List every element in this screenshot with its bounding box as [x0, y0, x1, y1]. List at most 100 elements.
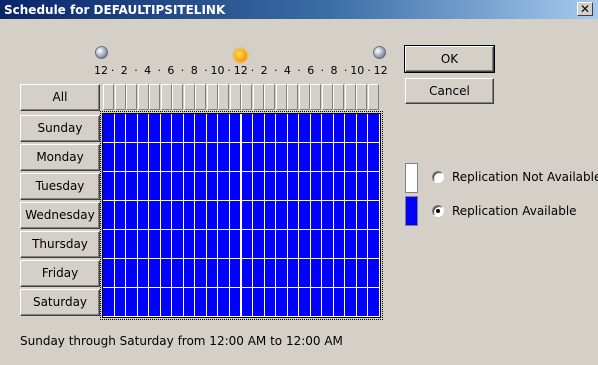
- schedule-cell[interactable]: [368, 201, 380, 230]
- schedule-cell[interactable]: [368, 288, 380, 317]
- schedule-cell[interactable]: [368, 143, 380, 172]
- schedule-cell[interactable]: [322, 201, 334, 230]
- schedule-cell[interactable]: [241, 114, 254, 143]
- schedule-cell[interactable]: [183, 259, 196, 288]
- schedule-cell[interactable]: [356, 114, 369, 143]
- available-radio[interactable]: [432, 205, 444, 217]
- schedule-cell[interactable]: [241, 288, 254, 317]
- schedule-cell[interactable]: [149, 114, 161, 143]
- schedule-cell[interactable]: [183, 143, 196, 172]
- schedule-cell[interactable]: [345, 201, 357, 230]
- schedule-cell[interactable]: [241, 172, 254, 201]
- schedule-cell[interactable]: [287, 259, 300, 288]
- schedule-cell[interactable]: [345, 172, 357, 201]
- hour-column-button[interactable]: [298, 84, 310, 110]
- hour-column-button[interactable]: [287, 84, 298, 110]
- schedule-cell[interactable]: [264, 201, 277, 230]
- not-available-radio[interactable]: [432, 171, 444, 183]
- schedule-cell[interactable]: [206, 114, 219, 143]
- schedule-cell[interactable]: [345, 114, 357, 143]
- schedule-cell[interactable]: [310, 143, 323, 172]
- schedule-cell[interactable]: [114, 172, 127, 201]
- schedule-cell[interactable]: [287, 288, 300, 317]
- schedule-cell[interactable]: [103, 172, 115, 201]
- schedule-cell[interactable]: [264, 143, 277, 172]
- schedule-cell[interactable]: [126, 114, 138, 143]
- schedule-cell[interactable]: [172, 230, 184, 259]
- schedule-cell[interactable]: [172, 259, 184, 288]
- hour-column-button[interactable]: [310, 84, 321, 110]
- schedule-cell[interactable]: [149, 143, 161, 172]
- schedule-cell[interactable]: [114, 230, 127, 259]
- schedule-cell[interactable]: [103, 143, 115, 172]
- schedule-cell[interactable]: [276, 114, 288, 143]
- schedule-cell[interactable]: [103, 259, 115, 288]
- schedule-cell[interactable]: [160, 230, 173, 259]
- schedule-cell[interactable]: [195, 230, 207, 259]
- hour-column-button[interactable]: [172, 84, 183, 110]
- schedule-cell[interactable]: [149, 172, 161, 201]
- schedule-cell[interactable]: [195, 201, 207, 230]
- hour-column-button[interactable]: [264, 84, 275, 110]
- schedule-cell[interactable]: [356, 172, 369, 201]
- schedule-cell[interactable]: [241, 230, 254, 259]
- schedule-cell[interactable]: [137, 230, 150, 259]
- all-row-button[interactable]: All: [20, 84, 100, 111]
- schedule-cell[interactable]: [345, 230, 357, 259]
- schedule-cell[interactable]: [368, 230, 380, 259]
- schedule-cell[interactable]: [172, 172, 184, 201]
- schedule-cell[interactable]: [103, 114, 115, 143]
- schedule-cell[interactable]: [137, 143, 150, 172]
- schedule-cell[interactable]: [160, 259, 173, 288]
- hour-column-button[interactable]: [356, 84, 367, 110]
- schedule-cell[interactable]: [333, 143, 346, 172]
- hour-column-button[interactable]: [126, 84, 137, 110]
- schedule-cell[interactable]: [206, 143, 219, 172]
- schedule-cell[interactable]: [172, 143, 184, 172]
- schedule-cell[interactable]: [333, 288, 346, 317]
- schedule-cell[interactable]: [195, 259, 207, 288]
- schedule-cell[interactable]: [195, 288, 207, 317]
- schedule-cell[interactable]: [322, 172, 334, 201]
- hour-column-button[interactable]: [114, 84, 126, 110]
- schedule-cell[interactable]: [310, 230, 323, 259]
- schedule-cell[interactable]: [103, 230, 115, 259]
- schedule-cell[interactable]: [333, 259, 346, 288]
- schedule-cell[interactable]: [253, 114, 265, 143]
- schedule-cell[interactable]: [333, 201, 346, 230]
- schedule-cell[interactable]: [183, 114, 196, 143]
- schedule-cell[interactable]: [206, 172, 219, 201]
- schedule-cell[interactable]: [160, 201, 173, 230]
- schedule-cell[interactable]: [356, 288, 369, 317]
- schedule-cell[interactable]: [114, 201, 127, 230]
- schedule-cell[interactable]: [218, 288, 230, 317]
- schedule-cell[interactable]: [126, 288, 138, 317]
- schedule-cell[interactable]: [276, 259, 288, 288]
- schedule-cell[interactable]: [229, 143, 242, 172]
- schedule-cell[interactable]: [126, 201, 138, 230]
- schedule-cell[interactable]: [299, 143, 311, 172]
- schedule-cell[interactable]: [356, 143, 369, 172]
- schedule-cell[interactable]: [160, 288, 173, 317]
- schedule-cell[interactable]: [310, 288, 323, 317]
- schedule-cell[interactable]: [137, 172, 150, 201]
- schedule-cell[interactable]: [183, 201, 196, 230]
- schedule-cell[interactable]: [206, 230, 219, 259]
- schedule-cell[interactable]: [149, 201, 161, 230]
- schedule-cell[interactable]: [287, 143, 300, 172]
- schedule-cell[interactable]: [276, 172, 288, 201]
- schedule-cell[interactable]: [310, 201, 323, 230]
- schedule-cell[interactable]: [322, 230, 334, 259]
- schedule-cell[interactable]: [310, 172, 323, 201]
- schedule-cell[interactable]: [172, 114, 184, 143]
- schedule-cell[interactable]: [253, 288, 265, 317]
- schedule-cell[interactable]: [103, 201, 115, 230]
- schedule-cell[interactable]: [345, 143, 357, 172]
- close-button[interactable]: ✕: [577, 2, 593, 16]
- schedule-cell[interactable]: [333, 230, 346, 259]
- hour-column-button[interactable]: [218, 84, 229, 110]
- hour-column-button[interactable]: [137, 84, 149, 110]
- schedule-cell[interactable]: [149, 288, 161, 317]
- day-button-friday[interactable]: Friday: [20, 260, 100, 287]
- hour-column-button[interactable]: [103, 84, 114, 110]
